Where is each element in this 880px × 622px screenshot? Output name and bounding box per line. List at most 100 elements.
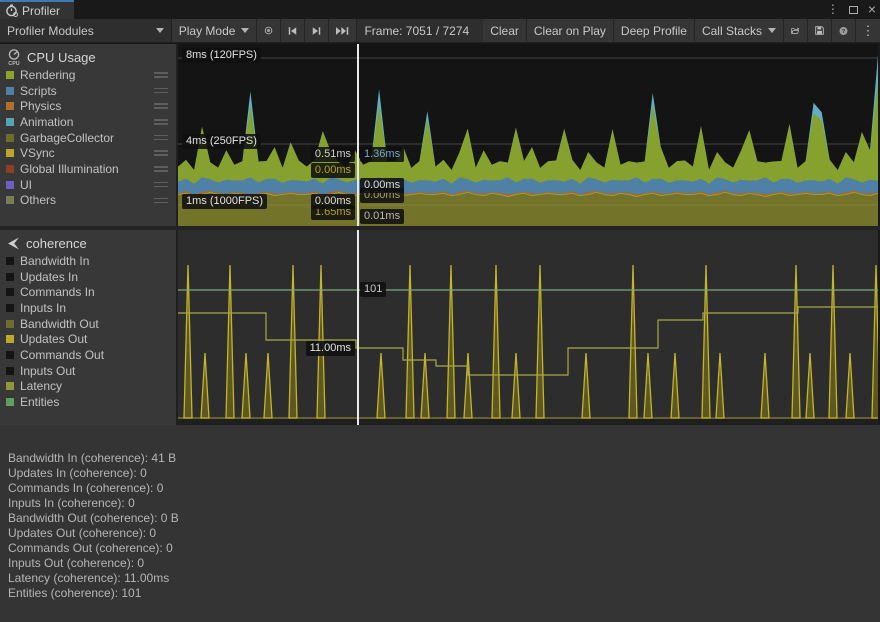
legend-swatch xyxy=(6,181,14,189)
details-pane: Bandwidth In (coherence): 41 BUpdates In… xyxy=(0,425,880,622)
drag-handle-icon[interactable] xyxy=(154,150,168,158)
legend-item-bandwidth-out[interactable]: Bandwidth Out xyxy=(6,316,176,332)
legend-item-inputs-in[interactable]: Inputs In xyxy=(6,300,176,316)
profiler-stopwatch-icon xyxy=(5,4,18,17)
stat-line: Updates In (coherence): 0 xyxy=(8,466,880,481)
legend-item-others[interactable]: Others xyxy=(6,193,176,209)
current-frame-button[interactable] xyxy=(329,19,357,42)
drag-handle-icon[interactable] xyxy=(154,88,168,96)
legend-item-updates-out[interactable]: Updates Out xyxy=(6,331,176,347)
stat-line: Commands Out (coherence): 0 xyxy=(8,541,880,556)
frame-counter: Frame: 7051 / 7274 xyxy=(357,19,483,42)
legend-item-vsync[interactable]: VSync xyxy=(6,145,176,161)
cpu-sidebar: CPU CPU Usage Rendering ScriptsPhysics Ani… xyxy=(0,44,178,226)
load-profile-button[interactable] xyxy=(784,19,808,42)
drag-handle-icon[interactable] xyxy=(154,198,168,206)
legend-swatch xyxy=(6,382,14,390)
coherence-module-title: coherence xyxy=(26,236,87,251)
legend-swatch xyxy=(6,367,14,375)
legend-label: Physics xyxy=(20,99,61,113)
drag-handle-icon[interactable] xyxy=(154,119,168,127)
legend-item-ui[interactable]: UI xyxy=(6,177,176,193)
cpu-usage-icon: CPU xyxy=(6,49,22,66)
legend-item-updates-in[interactable]: Updates In xyxy=(6,269,176,285)
kebab-icon: ⋮ xyxy=(862,23,875,39)
selected-frame-line[interactable] xyxy=(357,230,359,425)
legend-label: Scripts xyxy=(20,84,57,98)
profiler-modules-dropdown[interactable]: Profiler Modules xyxy=(0,19,172,42)
call-stacks-dropdown[interactable]: Call Stacks xyxy=(695,19,784,42)
drag-handle-icon[interactable] xyxy=(154,135,168,143)
drag-handle-icon[interactable] xyxy=(154,166,168,174)
cpu-module-header[interactable]: CPU CPU Usage xyxy=(6,47,176,67)
save-profile-button[interactable] xyxy=(808,19,832,42)
next-frame-button[interactable] xyxy=(305,19,329,42)
profiler-window: Profiler ⋮ × Profiler Modules Play Mode xyxy=(0,0,880,622)
clear-on-play-label: Clear on Play xyxy=(534,24,606,38)
deep-profile-button[interactable]: Deep Profile xyxy=(614,19,695,42)
selected-frame-value: 0.00ms xyxy=(360,178,404,193)
close-icon[interactable]: × xyxy=(868,0,876,19)
legend-item-animation[interactable]: Animation xyxy=(6,114,176,130)
drag-handle-icon[interactable] xyxy=(154,182,168,190)
stat-line: Latency (coherence): 11.00ms xyxy=(8,571,880,586)
legend-label: Animation xyxy=(20,115,73,129)
latency-value-label: 11.00ms xyxy=(306,341,355,356)
maximize-icon[interactable] xyxy=(849,6,858,14)
save-icon xyxy=(815,24,824,37)
frame-counter-label: Frame: 7051 / 7274 xyxy=(364,24,469,38)
call-stacks-label: Call Stacks xyxy=(702,24,762,38)
legend-item-entities[interactable]: Entities xyxy=(6,394,176,410)
stat-line: Bandwidth Out (coherence): 0 B xyxy=(8,511,880,526)
clear-button[interactable]: Clear xyxy=(483,19,527,42)
coherence-module-header[interactable]: coherence xyxy=(6,233,176,253)
legend-item-garbagecollector[interactable]: GarbageCollector xyxy=(6,130,176,146)
stat-line: Updates Out (coherence): 0 xyxy=(8,526,880,541)
stat-line: Bandwidth In (coherence): 41 B xyxy=(8,451,880,466)
legend-item-bandwidth-in[interactable]: Bandwidth In xyxy=(6,253,176,269)
legend-swatch xyxy=(6,320,14,328)
legend-swatch xyxy=(6,304,14,312)
legend-swatch xyxy=(6,102,14,110)
chevron-down-icon xyxy=(156,28,164,33)
tab-profiler[interactable]: Profiler xyxy=(0,0,74,19)
legend-label: Rendering xyxy=(20,68,75,82)
previous-frame-button[interactable] xyxy=(281,19,305,42)
deep-profile-label: Deep Profile xyxy=(621,24,687,38)
tab-strip: Profiler ⋮ × xyxy=(0,0,880,19)
coherence-chart[interactable]: 101 11.00ms xyxy=(178,230,878,425)
previous-frame-icon xyxy=(288,26,297,36)
selected-frame-line[interactable] xyxy=(357,44,359,226)
legend-item-rendering[interactable]: Rendering xyxy=(6,67,176,83)
cpu-chart[interactable]: 8ms (120FPS)4ms (250FPS)1ms (1000FPS)0.5… xyxy=(178,44,878,226)
legend-item-global-illumination[interactable]: Global Illumination xyxy=(6,161,176,177)
clear-on-play-button[interactable]: Clear on Play xyxy=(527,19,614,42)
legend-label: Bandwidth In xyxy=(20,254,89,268)
legend-item-commands-out[interactable]: Commands Out xyxy=(6,347,176,363)
toolbar: Profiler Modules Play Mode xyxy=(0,19,880,43)
drag-handle-icon[interactable] xyxy=(154,72,168,80)
legend-item-commands-in[interactable]: Commands In xyxy=(6,284,176,300)
legend-label: Others xyxy=(20,193,56,207)
next-frame-icon xyxy=(312,26,321,36)
chevron-down-icon xyxy=(768,28,776,33)
legend-item-physics[interactable]: Physics xyxy=(6,98,176,114)
window-controls: ⋮ × xyxy=(827,0,876,19)
legend-swatch xyxy=(6,288,14,296)
last-frame-icon xyxy=(336,26,349,36)
help-button[interactable]: ? xyxy=(832,19,856,42)
chevron-down-icon xyxy=(241,28,249,33)
drag-handle-icon[interactable] xyxy=(154,103,168,111)
legend-item-inputs-out[interactable]: Inputs Out xyxy=(6,363,176,379)
entities-value-label: 101 xyxy=(360,282,386,297)
toolbar-menu-button[interactable]: ⋮ xyxy=(856,19,880,42)
window-menu-icon[interactable]: ⋮ xyxy=(827,0,839,19)
svg-text:CPU: CPU xyxy=(8,61,19,66)
legend-item-scripts[interactable]: Scripts xyxy=(6,83,176,99)
play-mode-dropdown[interactable]: Play Mode xyxy=(172,19,258,42)
legend-item-latency[interactable]: Latency xyxy=(6,379,176,395)
legend-swatch xyxy=(6,87,14,95)
selected-frame-value: 0.00ms xyxy=(311,163,355,178)
legend-label: Global Illumination xyxy=(20,162,119,176)
record-button[interactable] xyxy=(257,19,281,42)
